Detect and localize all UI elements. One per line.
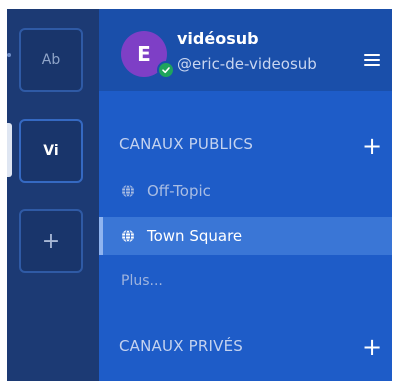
channel-item-town-square[interactable]: Town Square (99, 217, 392, 255)
globe-icon (121, 184, 135, 198)
channel-item-off-topic[interactable]: Off-Topic (99, 172, 392, 210)
channel-name: Off-Topic (147, 182, 211, 200)
app-window: Ab Vi + E vidéosub @eric-de-videosub CAN… (7, 9, 392, 381)
sidebar-header[interactable]: E vidéosub @eric-de-videosub (99, 9, 392, 91)
hamburger-menu-icon[interactable] (364, 54, 380, 66)
team-unread-dot (7, 53, 11, 57)
team-sidebar: Ab Vi + (7, 9, 99, 381)
team-tile-vi[interactable]: Vi (19, 119, 83, 183)
active-team-indicator (7, 123, 12, 177)
team-tile-ab[interactable]: Ab (19, 28, 83, 92)
online-status-icon (157, 61, 175, 79)
more-channels-link[interactable]: Plus... (121, 273, 163, 289)
plus-icon: + (41, 228, 61, 254)
team-tile-label: Vi (43, 143, 59, 159)
checkmark-icon (162, 67, 170, 74)
add-public-channel-button[interactable]: + (361, 134, 383, 158)
avatar-initial: E (137, 42, 151, 66)
channel-sidebar: E vidéosub @eric-de-videosub CANAUX PUBL… (99, 9, 392, 381)
channel-name: Town Square (147, 227, 243, 245)
private-channels-header: CANAUX PRIVÉS (119, 337, 243, 355)
team-tile-label: Ab (41, 52, 61, 68)
username: @eric-de-videosub (177, 55, 317, 73)
add-private-channel-button[interactable]: + (361, 335, 383, 359)
add-team-button[interactable]: + (19, 209, 83, 273)
public-channels-header: CANAUX PUBLICS (119, 135, 254, 153)
globe-icon (121, 229, 135, 243)
team-name: vidéosub (177, 29, 259, 48)
